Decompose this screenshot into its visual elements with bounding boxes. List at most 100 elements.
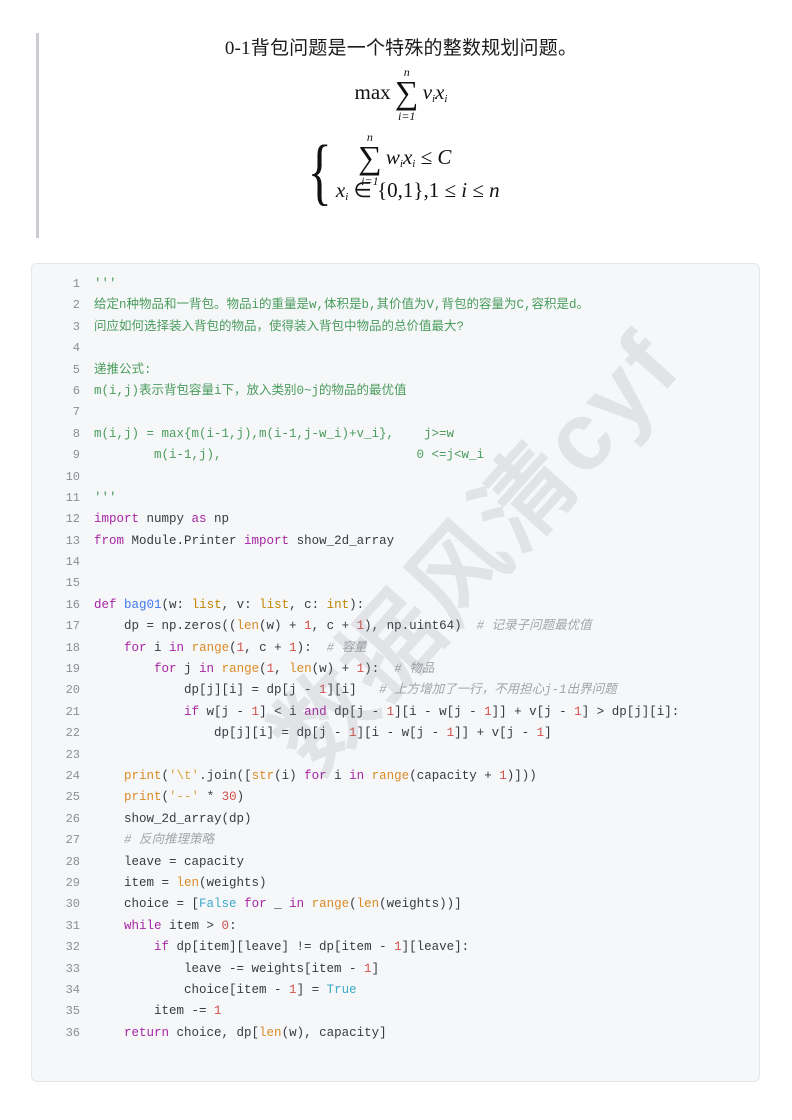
code-token: m(i,j) = max{m(i-1,j),m(i-1,j-w_i)+v_i},… xyxy=(94,426,455,441)
page-root: 0-1背包问题是一个特殊的整数规划问题。 max n ∑ i=1 vixi { … xyxy=(0,0,792,1120)
objective-var-x: x xyxy=(435,79,445,104)
line-content: dp[j][i] = dp[j - 1][i - w[j - 1]] + v[j… xyxy=(94,723,759,744)
code-token: 1 xyxy=(266,662,275,677)
objective-equation: max n ∑ i=1 vixi xyxy=(39,65,763,123)
code-token: leave -= weights[item - xyxy=(94,961,365,976)
line-content: if dp[item][leave] != dp[item - 1][leave… xyxy=(94,937,759,958)
code-token: if xyxy=(184,704,200,719)
code-token: ]] + v[j - xyxy=(454,726,537,741)
code-token: len xyxy=(356,897,380,912)
code-token: 1 xyxy=(319,683,327,698)
code-token: ] xyxy=(371,961,380,976)
code-token: len xyxy=(289,662,312,677)
code-token: (w: xyxy=(161,597,192,612)
code-token: in xyxy=(349,768,365,783)
code-token: list xyxy=(259,597,290,612)
code-line: 12 import numpy as np xyxy=(32,509,759,530)
line-number: 36 xyxy=(65,1025,80,1040)
code-line: 33 leave -= weights[item - 1] xyxy=(32,959,759,980)
code-line: 7 xyxy=(32,402,759,423)
line-number: 19 xyxy=(65,662,80,677)
line-number: 2 xyxy=(72,298,80,313)
code-token: for xyxy=(304,768,327,783)
code-lines-container[interactable]: 1 ''' 2 给定n种物品和一背包。物品i的重量是w,体积是b,其价值为V,背包的容… xyxy=(32,274,759,1081)
code-token: in xyxy=(199,662,215,677)
line-content: ''' xyxy=(94,274,759,295)
line-content: m(i-1,j), 0 <=j<w_i xyxy=(94,445,759,466)
code-line: 6 m(i,j)表示背包容量i下，放入类别0~j的物品的最优值 xyxy=(32,381,759,402)
code-token: 问应如何选择装入背包的物品，使得装入背包中物品的总价值最大? xyxy=(94,319,465,334)
code-block[interactable]: 1 ''' 2 给定n种物品和一背包。物品i的重量是w,体积是b,其价值为V,背包的容… xyxy=(31,263,760,1082)
code-line: 34 choice[item - 1] = True xyxy=(32,980,759,1001)
line-number: 11 xyxy=(65,490,80,505)
code-token: : xyxy=(229,918,237,933)
code-token: '--' xyxy=(169,790,200,805)
line-content: import numpy as np xyxy=(94,509,759,530)
line-number: 28 xyxy=(65,854,80,869)
code-token: 1 xyxy=(289,640,297,655)
code-token: choice, dp[ xyxy=(169,1025,260,1040)
line-content: print('--' * 30) xyxy=(94,787,759,808)
code-token: ][leave]: xyxy=(401,940,470,955)
code-token: ] xyxy=(544,726,552,741)
code-token: , xyxy=(274,662,290,677)
code-token: len xyxy=(236,619,260,634)
binary-var-x: x xyxy=(335,178,346,203)
code-token: and xyxy=(304,704,327,719)
line-content: for i in range(1, c + 1): # 容量 xyxy=(94,638,759,659)
line-number: 35 xyxy=(65,1004,80,1019)
index-n: n xyxy=(489,178,500,203)
sigma-lower-limit-constraint: i=1 xyxy=(361,174,379,189)
line-number: 1 xyxy=(72,277,80,291)
code-token: 1 xyxy=(574,704,582,719)
code-token: 1 xyxy=(214,1004,222,1019)
code-token: dp[item][leave] != dp[item - xyxy=(169,940,395,955)
line-number: 27 xyxy=(65,833,80,848)
code-token: for xyxy=(154,662,177,677)
line-number: 8 xyxy=(72,426,80,441)
code-token: ( xyxy=(349,897,357,912)
code-token: return xyxy=(124,1025,170,1040)
code-line: 32 if dp[item][leave] != dp[item - 1][le… xyxy=(32,937,759,958)
line-number: 4 xyxy=(72,341,80,356)
code-token: # 反向推理策略 xyxy=(124,833,215,848)
code-token: )])) xyxy=(506,768,537,783)
line-number: 21 xyxy=(65,704,80,719)
line-content: return choice, dp[len(w), capacity] xyxy=(94,1023,759,1044)
sigma-glyph-constraint: ∑ xyxy=(358,140,382,177)
code-line: 14 xyxy=(32,552,759,573)
code-token: print xyxy=(124,768,162,783)
code-line: 9 m(i-1,j), 0 <=j<w_i xyxy=(32,445,759,466)
line-number: 23 xyxy=(65,747,80,762)
code-line: 35 item -= 1 xyxy=(32,1001,759,1022)
code-token: 1 xyxy=(349,726,357,741)
code-line: 17 dp = np.zeros((len(w) + 1, c + 1), np… xyxy=(32,616,759,637)
code-token: dp = np.zeros(( xyxy=(94,619,237,634)
code-token: , c + xyxy=(244,640,290,655)
objective-sub-x: i xyxy=(444,92,448,105)
code-token: 1 xyxy=(364,961,372,976)
code-token: dp[j][i] = dp[j - xyxy=(94,726,350,741)
code-token: (w) + xyxy=(259,619,305,634)
line-content: item -= 1 xyxy=(94,1001,759,1022)
code-token: 1 xyxy=(251,704,260,719)
line-number: 32 xyxy=(65,940,80,955)
line-number: 10 xyxy=(65,469,80,484)
code-token: import xyxy=(94,512,140,527)
left-brace: { xyxy=(308,131,333,213)
code-line: 24 print('\t'.join([str(i) for i in rang… xyxy=(32,766,759,787)
line-number: 6 xyxy=(72,383,80,398)
code-token: 1 xyxy=(499,768,507,783)
code-token: 1 xyxy=(304,619,312,634)
code-token: ][i - w[j - xyxy=(356,726,447,741)
code-token: , c + xyxy=(311,619,357,634)
line-content: 问应如何选择装入背包的物品，使得装入背包中物品的总价值最大? xyxy=(94,317,759,338)
code-line: 3 问应如何选择装入背包的物品，使得装入背包中物品的总价值最大? xyxy=(32,317,759,338)
code-token: 1 xyxy=(289,982,297,997)
line-content: leave = capacity xyxy=(94,852,759,873)
code-token: ( xyxy=(259,662,267,677)
